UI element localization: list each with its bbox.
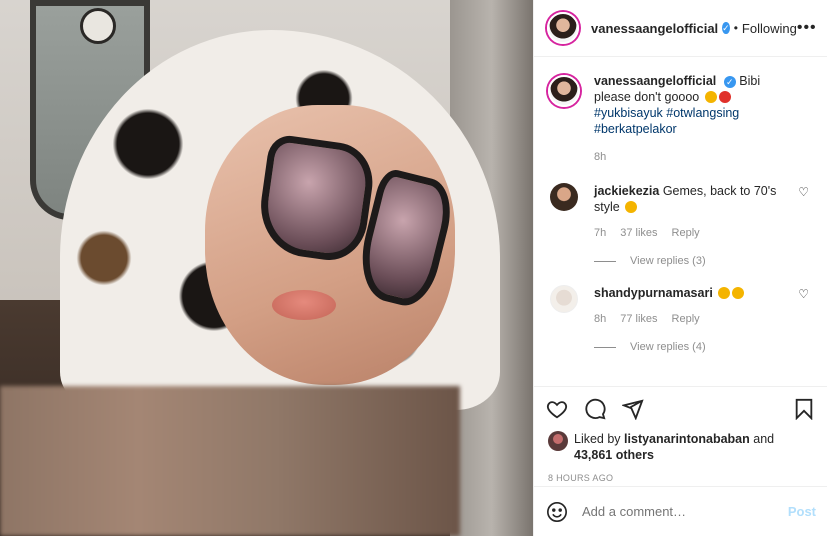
- heart-eyes-emoji-icon: [718, 287, 731, 299]
- comment-item: shandypurnamasari 8h 77 likes Reply ♡: [548, 285, 813, 327]
- hashtag-link[interactable]: #berkatpelakor: [594, 122, 677, 136]
- bookmark-icon[interactable]: [793, 398, 815, 420]
- post-time-ago[interactable]: 8 HOURS AGO: [534, 463, 827, 483]
- like-heart-icon[interactable]: [546, 398, 568, 420]
- caption-avatar[interactable]: [548, 75, 580, 107]
- post-actions: [534, 387, 827, 431]
- comment-time[interactable]: 8h: [594, 311, 606, 327]
- verified-badge-icon: ✓: [722, 22, 730, 34]
- comment-like-heart-icon[interactable]: ♡: [798, 185, 809, 199]
- emoji-picker-icon[interactable]: [546, 501, 568, 523]
- rose-emoji-icon: [718, 91, 731, 103]
- heart-eyes-emoji-icon: [625, 201, 638, 213]
- comment-username[interactable]: jackiekezia: [594, 184, 659, 198]
- likes-others[interactable]: 43,861 others: [574, 448, 654, 462]
- author-username[interactable]: vanessaangelofficial: [591, 21, 718, 36]
- add-comment-input[interactable]: [582, 504, 762, 519]
- comment-likes[interactable]: 77 likes: [620, 311, 657, 327]
- caption-username[interactable]: vanessaangelofficial: [594, 74, 716, 88]
- comment-like-heart-icon[interactable]: ♡: [798, 287, 809, 301]
- share-paper-plane-icon[interactable]: [622, 398, 644, 420]
- comment-likes[interactable]: 37 likes: [620, 225, 657, 241]
- rofl-emoji-icon: [704, 91, 717, 103]
- comment-avatar[interactable]: [550, 183, 578, 211]
- reply-button[interactable]: Reply: [672, 311, 700, 327]
- verified-badge-icon: ✓: [723, 76, 736, 88]
- comment-meta: 7h 37 likes Reply: [594, 225, 794, 241]
- likes-prefix: Liked by: [574, 432, 621, 446]
- comment-username[interactable]: shandypurnamasari: [594, 286, 713, 300]
- view-replies-line: [594, 260, 616, 262]
- comment-avatar[interactable]: [550, 285, 578, 313]
- comment-meta: 8h 77 likes Reply: [594, 311, 794, 327]
- post-photo[interactable]: [0, 0, 533, 536]
- photo-sunglasses: [254, 133, 459, 312]
- view-replies-label: View replies (3): [630, 255, 706, 267]
- likes-and: and: [753, 432, 775, 446]
- add-comment-bar: Post: [534, 486, 827, 536]
- hashtag-link[interactable]: #yukbisayuk: [594, 106, 663, 120]
- heart-eyes-emoji-icon: [732, 287, 745, 299]
- caption-time[interactable]: 8h: [594, 149, 799, 165]
- post-comment-button[interactable]: Post: [788, 504, 816, 519]
- liker-avatar[interactable]: [548, 431, 568, 451]
- photo-clock: [80, 8, 116, 44]
- comments-list[interactable]: vanessaangelofficial ✓ Bibi please don't…: [534, 57, 827, 387]
- view-replies-line: [594, 346, 616, 348]
- photo-blurred-area: [0, 386, 460, 536]
- hashtag-link[interactable]: #otwlangsing: [666, 106, 739, 120]
- more-horizontal-icon[interactable]: •••: [797, 19, 817, 37]
- likes-summary: Liked by listyanarintonababan and 43,861…: [534, 431, 827, 463]
- comment-item: jackiekezia Gemes, back to 70's style 7h…: [548, 183, 813, 241]
- post-side-panel: vanessaangelofficial ✓ • Following ••• v…: [533, 0, 827, 536]
- photo-lips: [272, 290, 336, 320]
- reply-button[interactable]: Reply: [672, 225, 700, 241]
- comment-bubble-icon[interactable]: [584, 398, 606, 420]
- author-avatar[interactable]: [547, 12, 579, 44]
- post-header: vanessaangelofficial ✓ • Following •••: [534, 0, 827, 57]
- view-replies-button[interactable]: View replies (3): [594, 255, 813, 267]
- following-button[interactable]: Following: [742, 21, 797, 36]
- view-replies-label: View replies (4): [630, 341, 706, 353]
- view-replies-button[interactable]: View replies (4): [594, 341, 813, 353]
- header-separator: •: [733, 21, 738, 35]
- liker-username[interactable]: listyanarintonababan: [624, 432, 750, 446]
- comment-time[interactable]: 7h: [594, 225, 606, 241]
- caption: vanessaangelofficial ✓ Bibi please don't…: [548, 73, 813, 165]
